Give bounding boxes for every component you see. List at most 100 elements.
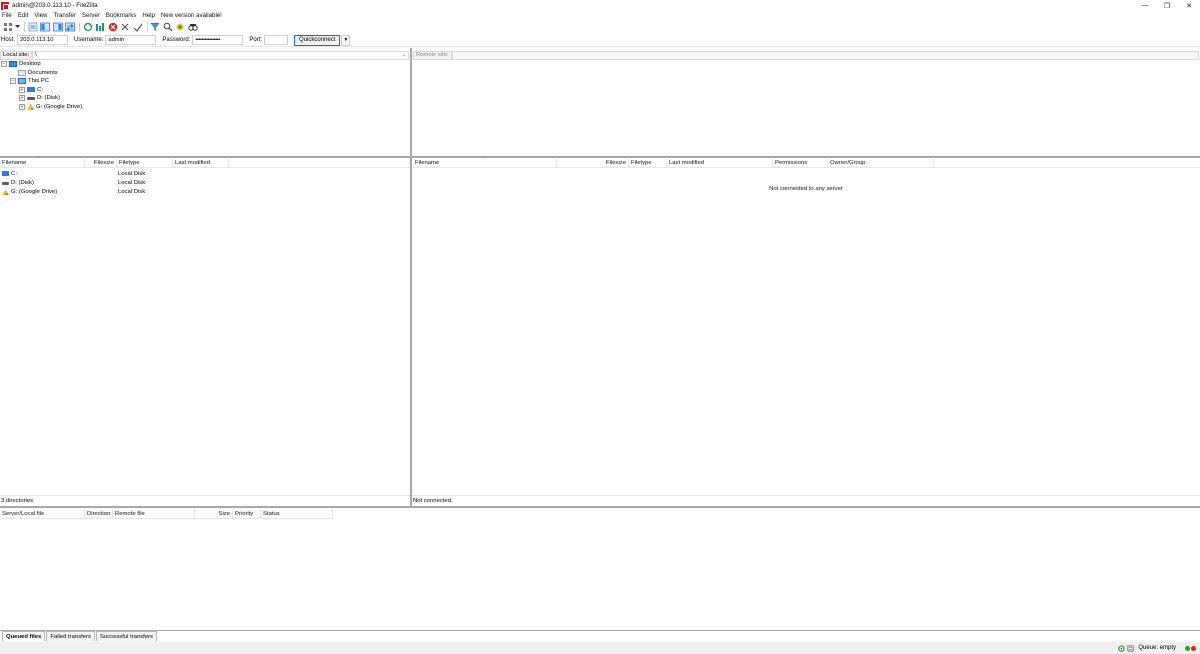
- google-drive-icon: [2, 189, 9, 196]
- column-label: Filename: [415, 160, 440, 166]
- column-filetype[interactable]: Filetype: [629, 158, 667, 168]
- column-last-modified[interactable]: Last modified: [667, 158, 773, 168]
- tree-item-drive-c[interactable]: + C:: [1, 86, 407, 95]
- process-queue-icon[interactable]: [95, 21, 106, 32]
- column-filename[interactable]: Filename ^: [413, 156, 557, 168]
- column-direction[interactable]: Direction: [85, 509, 113, 518]
- collapse-icon[interactable]: −: [1, 61, 7, 68]
- tree-item-drive-g[interactable]: + G: (Google Drive): [1, 103, 407, 112]
- menu-view[interactable]: View: [34, 12, 47, 19]
- tree-item-drive-d[interactable]: + D: (Disk): [1, 94, 407, 103]
- menu-edit[interactable]: Edit: [18, 12, 29, 19]
- quickconnect-history-dropdown[interactable]: ▼: [341, 34, 351, 46]
- drive-c-icon: [2, 171, 9, 177]
- menu-new-version[interactable]: New version available!: [161, 12, 222, 19]
- status-bar: Queue: empty: [0, 642, 1200, 654]
- disconnect-icon[interactable]: [120, 21, 131, 32]
- column-label: Owner/Group: [830, 160, 866, 166]
- queue-settings-icon[interactable]: [1127, 645, 1134, 652]
- remote-site-path-input[interactable]: [451, 50, 1199, 60]
- column-label: Filetype: [631, 160, 652, 166]
- minimize-button[interactable]: —: [1134, 0, 1156, 11]
- file-row[interactable]: D: (Disk) Local Disk: [1, 178, 409, 187]
- column-label: Filetype: [119, 160, 140, 166]
- sync-browsing-icon[interactable]: [162, 21, 173, 32]
- queue-status: Queue: empty: [1138, 645, 1176, 651]
- username-label: Username:: [74, 37, 104, 43]
- column-size[interactable]: Size: [195, 509, 233, 518]
- speed-limits-icon[interactable]: [1118, 644, 1125, 652]
- expand-icon[interactable]: +: [19, 86, 25, 93]
- toggle-local-tree-icon[interactable]: [40, 21, 51, 32]
- toggle-transfer-queue-icon[interactable]: [65, 21, 76, 32]
- compare-directories-icon[interactable]: [187, 21, 198, 32]
- remote-status-text: Not connected.: [412, 495, 1200, 505]
- drive-c-icon: [27, 87, 35, 93]
- search-remote-icon[interactable]: [175, 21, 186, 32]
- quickconnect-button[interactable]: Quickconnect: [294, 34, 341, 46]
- tab-failed-transfers[interactable]: Failed transfers: [46, 631, 95, 641]
- column-label: Last modified: [175, 160, 211, 166]
- tree-item-this-pc[interactable]: − This PC: [1, 77, 407, 86]
- menu-server[interactable]: Server: [82, 12, 100, 19]
- column-label: Priority: [235, 510, 254, 517]
- column-filetype[interactable]: Filetype: [117, 158, 173, 168]
- column-label: Filesize: [606, 160, 626, 166]
- tree-item-label: G: (Google Drive): [36, 103, 83, 110]
- menu-file[interactable]: File: [2, 12, 12, 19]
- tree-item-desktop[interactable]: − Desktop: [1, 60, 407, 69]
- file-row[interactable]: G: (Google Drive) Local Disk: [1, 188, 409, 197]
- column-label: Last modified: [669, 160, 705, 166]
- close-button[interactable]: ✕: [1178, 0, 1200, 11]
- column-remote-file[interactable]: Remote file: [113, 509, 195, 518]
- column-status[interactable]: Status: [261, 509, 333, 518]
- column-priority[interactable]: Priority: [233, 509, 261, 518]
- toggle-message-log-icon[interactable]: [27, 21, 38, 32]
- port-label: Port:: [249, 37, 263, 43]
- vertical-splitter[interactable]: [410, 48, 412, 506]
- directory-filter-icon[interactable]: [150, 21, 161, 32]
- menu-help[interactable]: Help: [142, 12, 155, 19]
- column-label: Size: [218, 510, 230, 517]
- file-row[interactable]: C: Local Disk: [1, 169, 409, 178]
- menu-bookmarks[interactable]: Bookmarks: [106, 12, 136, 19]
- tree-item-label: C:: [37, 86, 43, 93]
- tab-successful-transfers[interactable]: Successful transfers: [95, 631, 158, 641]
- cancel-operation-icon[interactable]: [107, 21, 118, 32]
- sort-ascending-icon: ^: [37, 155, 40, 162]
- column-permissions[interactable]: Permissions: [773, 158, 828, 168]
- activity-led-red-icon: [1191, 645, 1196, 651]
- host-label: Host:: [1, 37, 16, 43]
- column-filename[interactable]: Filename ^: [0, 155, 85, 168]
- password-input[interactable]: ••••••••••••••••: [192, 35, 244, 45]
- menu-transfer[interactable]: Transfer: [53, 12, 75, 19]
- expand-icon[interactable]: +: [19, 95, 25, 102]
- column-label: Filesize: [94, 160, 114, 166]
- site-manager-icon[interactable]: [2, 21, 13, 32]
- file-name: G: (Google Drive): [11, 189, 58, 196]
- column-filesize[interactable]: Filesize: [557, 158, 629, 168]
- file-name-cell: D: (Disk): [1, 180, 117, 186]
- column-filesize[interactable]: Filesize: [85, 158, 117, 168]
- tab-queued-files[interactable]: Queued files: [2, 631, 46, 641]
- toggle-remote-tree-icon[interactable]: [52, 21, 63, 32]
- restore-button[interactable]: ❐: [1156, 0, 1178, 11]
- expand-icon[interactable]: +: [19, 103, 25, 110]
- reconnect-icon[interactable]: [132, 21, 143, 32]
- collapse-icon[interactable]: −: [10, 78, 16, 85]
- column-label: Server/Local file: [2, 510, 45, 517]
- local-site-path-input[interactable]: \: [32, 50, 409, 60]
- tree-item-documents[interactable]: Documents: [1, 69, 407, 78]
- column-label: Remote file: [115, 510, 145, 517]
- dropdown-arrow-icon[interactable]: [15, 21, 21, 32]
- port-input[interactable]: [264, 35, 289, 45]
- column-server-local-file[interactable]: Server/Local file: [0, 509, 85, 518]
- local-file-list-header: Filename ^ Filesize Filetype Last modifi…: [0, 155, 410, 168]
- queue-splitter[interactable]: [0, 506, 1200, 508]
- host-input[interactable]: 203.0.113.10: [17, 35, 69, 45]
- refresh-icon[interactable]: [82, 21, 93, 32]
- column-owner-group[interactable]: Owner/Group: [828, 158, 934, 168]
- column-last-modified[interactable]: Last modified: [173, 158, 229, 168]
- local-site-dropdown-icon[interactable]: ⌄: [402, 52, 406, 58]
- username-input[interactable]: admin: [105, 35, 157, 45]
